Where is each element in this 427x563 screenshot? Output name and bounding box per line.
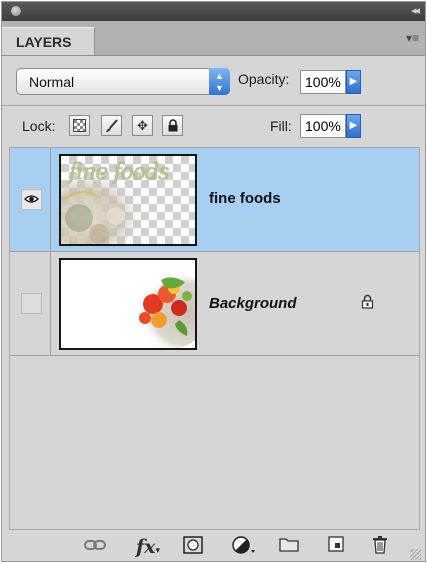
opacity-slider-arrow-icon[interactable]: ▶ bbox=[346, 70, 361, 94]
resize-grip-icon[interactable] bbox=[410, 549, 421, 560]
collapse-icon[interactable]: ◂◂ bbox=[411, 4, 420, 17]
lock-position-move-icon[interactable]: ✥ bbox=[132, 115, 153, 136]
panel-menu-icon[interactable]: ▾≡ bbox=[406, 31, 419, 45]
lock-transparency-icon[interactable] bbox=[69, 115, 90, 136]
layer-name[interactable]: fine foods bbox=[209, 190, 281, 207]
eye-icon[interactable] bbox=[21, 189, 42, 210]
layer-thumbnail[interactable]: fine foods bbox=[59, 154, 197, 246]
blend-mode-value: Normal bbox=[29, 74, 75, 90]
layer-thumbnail[interactable] bbox=[59, 258, 197, 350]
folder-icon[interactable] bbox=[276, 536, 302, 558]
lock-pixels-brush-icon[interactable] bbox=[101, 115, 122, 136]
lock-label: Lock: bbox=[22, 118, 56, 134]
panel-titlebar: ◂◂ bbox=[2, 2, 425, 21]
tab-row: LAYERS ▾≡ bbox=[2, 21, 425, 56]
divider bbox=[2, 105, 425, 106]
blend-mode-select[interactable]: Normal ▲ ▼ bbox=[16, 68, 230, 95]
layer-row-background[interactable]: Background bbox=[10, 252, 419, 356]
opacity-label: Opacity: bbox=[238, 71, 290, 87]
layer-lock-icon bbox=[361, 294, 374, 312]
visibility-column bbox=[10, 252, 51, 355]
fx-icon[interactable]: fx▾ bbox=[133, 536, 163, 558]
trash-icon[interactable] bbox=[368, 536, 392, 558]
visibility-column bbox=[10, 148, 51, 251]
visibility-toggle-empty[interactable] bbox=[21, 293, 42, 314]
fill-label: Fill: bbox=[270, 118, 292, 134]
fill-field[interactable]: 100% bbox=[300, 114, 346, 138]
lock-all-icon[interactable] bbox=[162, 115, 183, 136]
opacity-field[interactable]: 100% bbox=[300, 70, 346, 94]
new-layer-icon[interactable] bbox=[324, 536, 348, 558]
adjustment-layer-icon[interactable] bbox=[229, 536, 259, 558]
layers-panel: ◂◂ LAYERS ▾≡ Normal ▲ ▼ Opacity: 100% ▶ L… bbox=[1, 1, 426, 562]
layer-name[interactable]: Background bbox=[209, 295, 297, 312]
link-icon[interactable] bbox=[82, 536, 108, 558]
select-stepper-icon: ▲ ▼ bbox=[209, 68, 230, 95]
layer-row-fine-foods[interactable]: fine foods fine foods bbox=[10, 148, 419, 252]
close-dot-icon[interactable] bbox=[11, 6, 21, 16]
tab-layers[interactable]: LAYERS bbox=[2, 27, 95, 55]
bottom-toolbar: fx▾ bbox=[2, 530, 425, 561]
fill-slider-arrow-icon[interactable]: ▶ bbox=[346, 114, 361, 138]
thumbnail-text: fine foods bbox=[69, 160, 169, 185]
layers-list: fine foods fine foods Background bbox=[9, 147, 420, 530]
mask-icon[interactable] bbox=[180, 536, 206, 558]
